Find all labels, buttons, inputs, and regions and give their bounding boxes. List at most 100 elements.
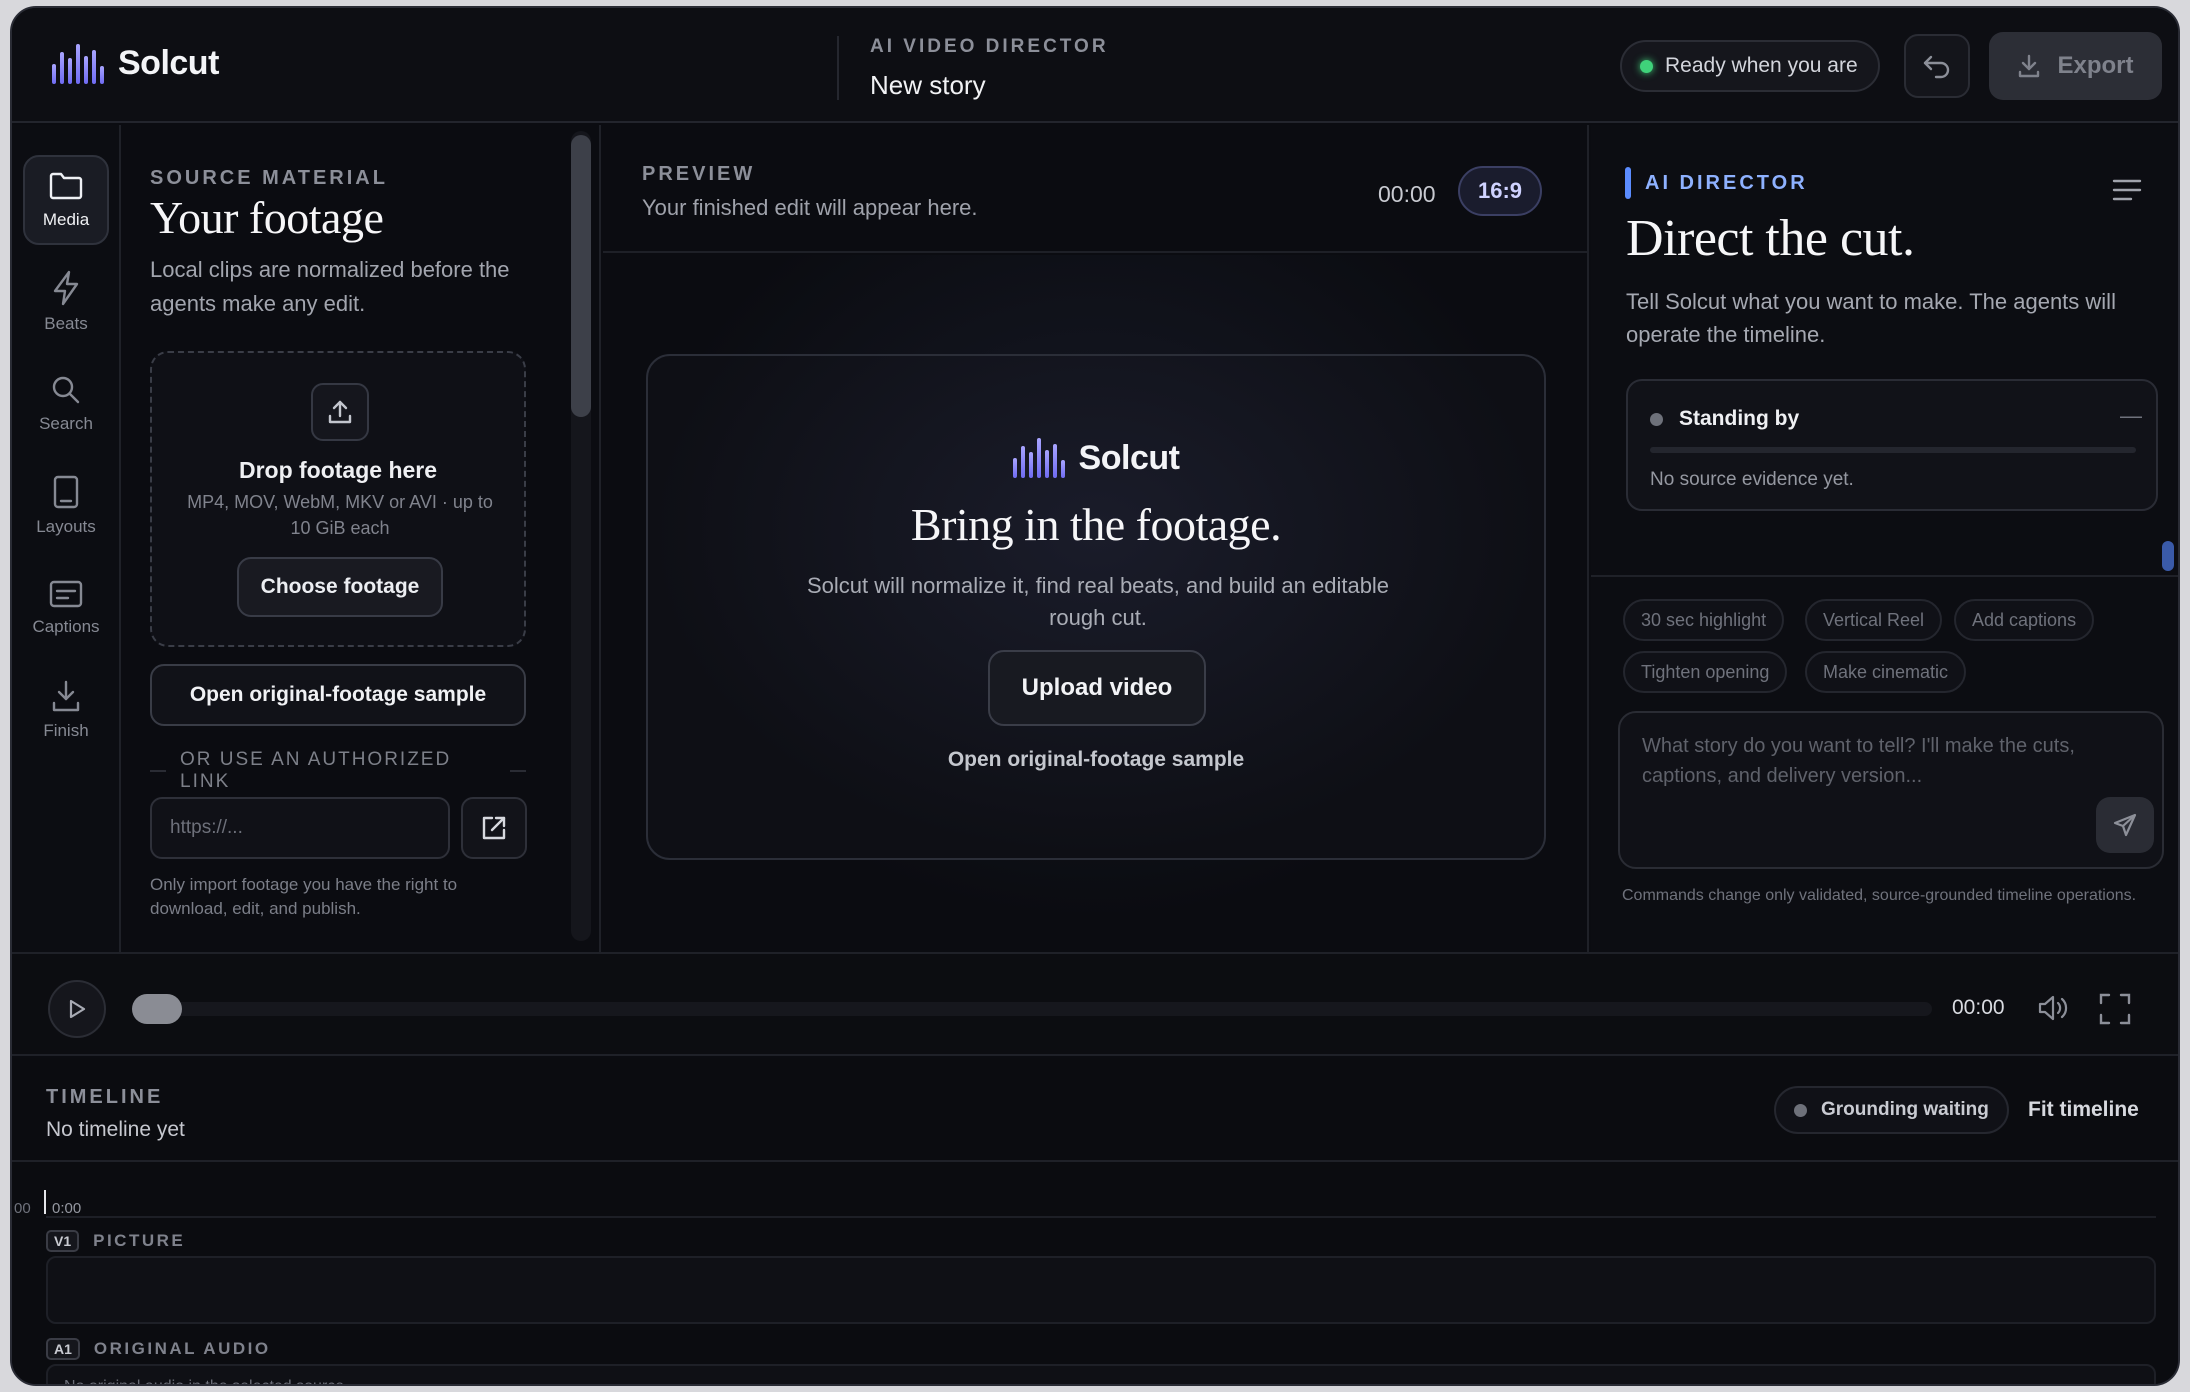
director-prompt: [1618, 711, 2164, 869]
authorized-link-input[interactable]: [150, 797, 450, 859]
export-button[interactable]: Export: [1989, 32, 2162, 100]
download-icon: [52, 680, 80, 712]
upload-icon: [311, 383, 369, 441]
rail-item-layouts[interactable]: Layouts: [23, 461, 109, 551]
chip-vertical-reel[interactable]: Vertical Reel: [1805, 599, 1943, 641]
preview-panel: PREVIEW Your finished edit will appear h…: [603, 125, 1589, 952]
waveform-logo-icon: [52, 42, 104, 84]
send-icon: [2113, 813, 2137, 837]
chip-add-captions[interactable]: Add captions: [1954, 599, 2095, 641]
timeline-panel: TIMELINE No timeline yet Grounding waiti…: [12, 1058, 2178, 1384]
agent-status-header: Standing by: [1650, 407, 1799, 431]
download-icon: [2019, 54, 2040, 78]
card-description: Solcut will normalize it, find real beat…: [806, 573, 1390, 630]
status-dot-icon: [1794, 1103, 1807, 1117]
rail-item-search[interactable]: Search: [23, 359, 109, 449]
agent-progress-bar: [1650, 447, 2136, 453]
accent-bar: [1625, 167, 1631, 199]
timeline-eyebrow: TIMELINE: [46, 1086, 164, 1108]
story-prompt-input[interactable]: [1642, 731, 2092, 811]
director-scrollbar-thumb[interactable]: [2162, 541, 2174, 571]
play-icon: [69, 999, 86, 1019]
preview-subtitle: Your finished edit will appear here.: [642, 195, 978, 220]
ruler-baseline: [46, 1216, 2156, 1218]
scrub-bar[interactable]: [132, 1002, 1932, 1016]
status-text: Ready when you are: [1665, 54, 1858, 77]
rail-item-beats[interactable]: Beats: [23, 257, 109, 347]
or-link-divider: OR USE AN AUTHORIZED LINK: [150, 749, 526, 793]
undo-button[interactable]: [1904, 34, 1970, 98]
story-eyebrow: AI VIDEO DIRECTOR: [870, 36, 1109, 57]
source-eyebrow: SOURCE MATERIAL: [150, 167, 388, 189]
preview-stage: Solcut Bring in the footage. Solcut will…: [603, 255, 1587, 952]
preview-time: 00:00: [1378, 181, 1436, 207]
grounding-status-text: Grounding waiting: [1821, 1099, 1989, 1120]
timeline-ruler[interactable]: 00 0:00: [12, 1190, 2178, 1218]
card-logo: Solcut: [648, 438, 1544, 478]
chip-30-sec-highlight[interactable]: 30 sec highlight: [1623, 599, 1785, 641]
source-panel: SOURCE MATERIAL Your footage Local clips…: [123, 125, 601, 952]
collapse-toggle[interactable]: —: [2120, 403, 2142, 429]
export-label: Export: [2057, 52, 2134, 79]
source-title: Your footage: [150, 192, 384, 243]
track-name: PICTURE: [93, 1231, 186, 1250]
card-brand: Solcut: [1078, 438, 1180, 477]
preview-header: PREVIEW Your finished edit will appear h…: [603, 125, 1587, 253]
play-button[interactable]: [48, 980, 106, 1038]
director-description: Tell Solcut what you want to make. The a…: [1626, 289, 2116, 347]
preview-eyebrow: PREVIEW: [642, 163, 756, 185]
player-bar: 00:00: [12, 952, 2178, 1056]
agent-status-detail: No source evidence yet.: [1650, 469, 1854, 490]
track-label-v1: V1 PICTURE: [46, 1230, 185, 1252]
player-time: 00:00: [1952, 996, 2005, 1019]
fit-timeline-button[interactable]: Fit timeline: [2028, 1098, 2139, 1122]
chip-make-cinematic[interactable]: Make cinematic: [1805, 651, 1967, 693]
track-empty-message: No original audio in the selected source…: [64, 1378, 349, 1384]
volume-icon[interactable]: [2036, 992, 2070, 1024]
rail-item-captions[interactable]: Captions: [23, 563, 109, 653]
rail-item-finish[interactable]: Finish: [23, 665, 109, 755]
fullscreen-icon[interactable]: [2098, 992, 2132, 1026]
top-bar: Solcut AI VIDEO DIRECTOR New story Ready…: [12, 8, 2178, 123]
rail-label: Search: [39, 414, 93, 433]
track-picture[interactable]: [46, 1256, 2156, 1324]
track-label-a1: A1 ORIGINAL AUDIO: [46, 1338, 271, 1360]
app-logo[interactable]: Solcut: [52, 42, 219, 84]
rights-notice: Only import footage you have the right t…: [150, 875, 458, 918]
track-original-audio[interactable]: No original audio in the selected source…: [46, 1364, 2156, 1384]
menu-icon[interactable]: [2111, 177, 2143, 203]
upload-video-button[interactable]: Upload video: [988, 650, 1206, 726]
scrub-handle[interactable]: [132, 994, 182, 1024]
agent-status-title: Standing by: [1679, 407, 1800, 430]
open-sample-button[interactable]: Open original-footage sample: [150, 664, 526, 726]
card-title: Bring in the footage.: [910, 499, 1282, 550]
empty-state-card: Solcut Bring in the footage. Solcut will…: [646, 354, 1546, 860]
status-dot-icon: [1640, 59, 1653, 73]
story-title[interactable]: New story: [870, 70, 1109, 101]
choose-footage-button[interactable]: Choose footage: [237, 557, 443, 617]
aspect-ratio-button[interactable]: 16:9: [1458, 166, 1542, 216]
track-name: ORIGINAL AUDIO: [93, 1339, 271, 1358]
external-link-icon: [482, 816, 506, 840]
app-name: Solcut: [118, 43, 219, 82]
open-sample-link[interactable]: Open original-footage sample: [648, 748, 1544, 772]
undo-icon: [1923, 55, 1950, 79]
ready-status-badge: Ready when you are: [1620, 40, 1880, 92]
dropzone-formats: MP4, MOV, WebM, MKV or AVI · up to 10 Gi…: [187, 492, 493, 538]
rail-label: Finish: [43, 721, 89, 740]
dropzone-title: Drop footage here: [238, 457, 438, 483]
source-description: Local clips are normalized before the ag…: [150, 257, 510, 316]
timeline-header: TIMELINE No timeline yet Grounding waiti…: [12, 1058, 2178, 1162]
rail-item-media[interactable]: Media: [23, 155, 109, 245]
footage-dropzone[interactable]: Drop footage here MP4, MOV, WebM, MKV or…: [150, 351, 526, 647]
send-button[interactable]: [2096, 797, 2154, 853]
captions-icon: [49, 580, 83, 608]
director-footnote: Commands change only validated, source-g…: [1622, 887, 2137, 904]
director-eyebrow: AI DIRECTOR: [1625, 167, 1808, 199]
import-link-button[interactable]: [461, 797, 527, 859]
chip-tighten-opening[interactable]: Tighten opening: [1623, 651, 1788, 693]
playhead[interactable]: [44, 1190, 46, 1214]
waveform-logo-icon: [1012, 438, 1065, 478]
source-scrollbar-thumb[interactable]: [571, 135, 591, 417]
rail-label: Layouts: [36, 517, 96, 536]
